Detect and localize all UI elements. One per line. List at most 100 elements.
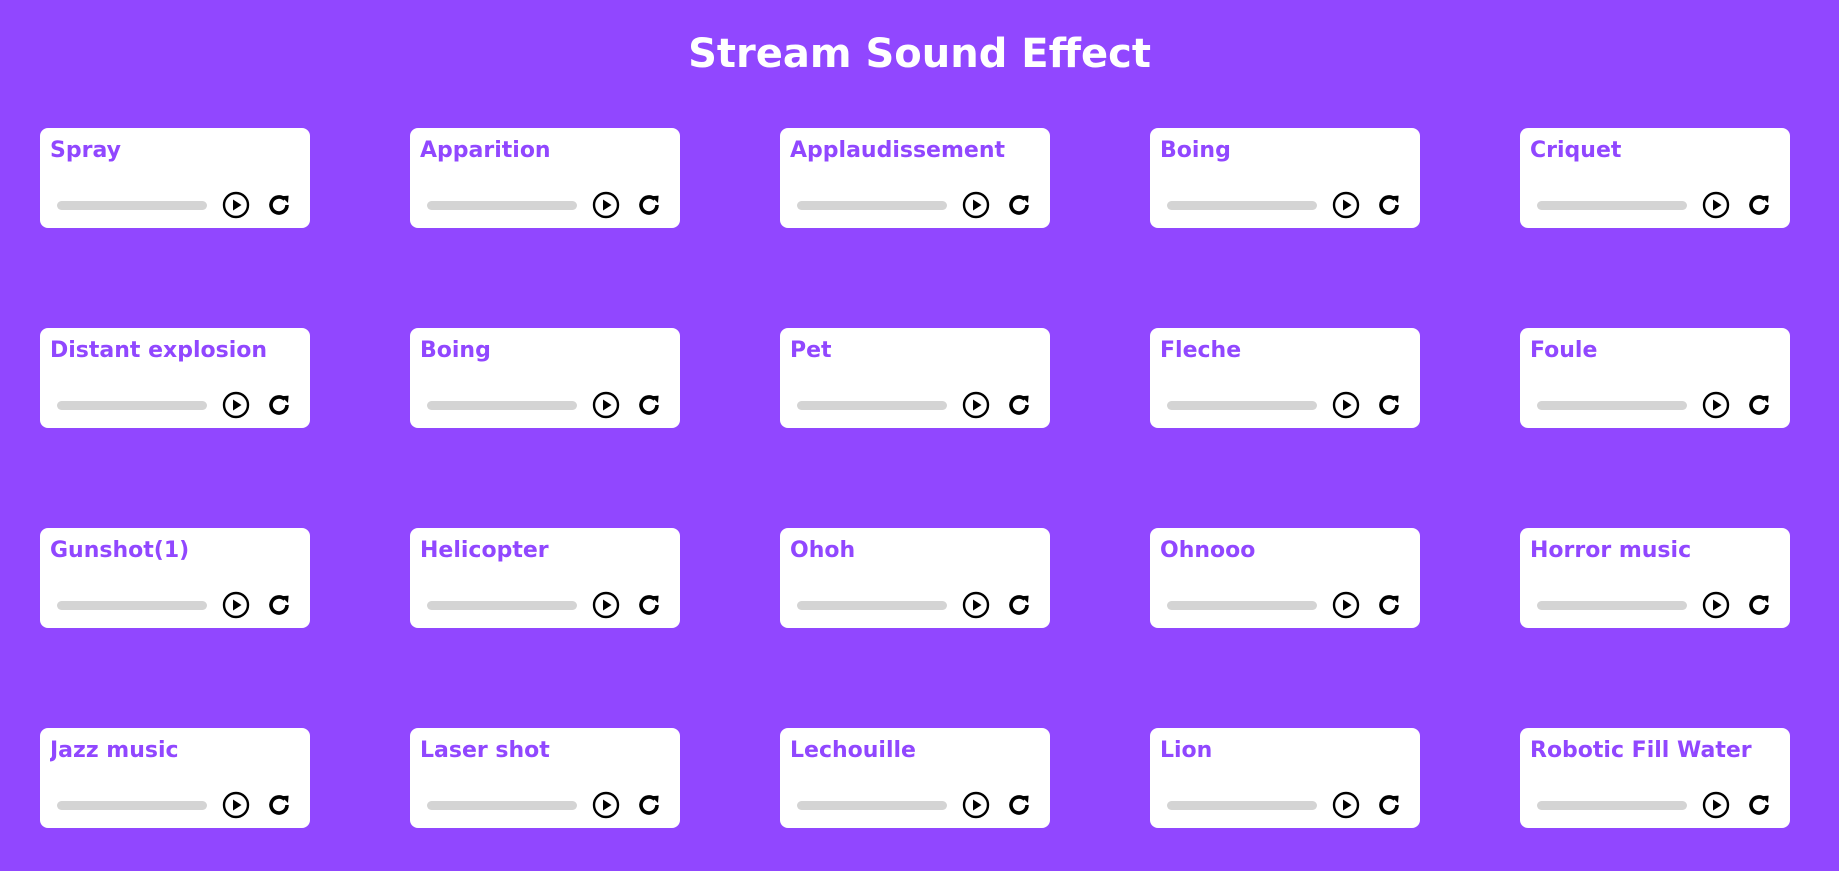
progress-bar[interactable]: [1167, 801, 1317, 810]
progress-bar[interactable]: [57, 601, 207, 610]
play-button[interactable]: [1700, 389, 1732, 421]
sound-name: Lechouille: [790, 738, 916, 763]
sound-name: Foule: [1530, 338, 1598, 363]
sound-card: Applaudissement: [780, 128, 1050, 228]
sound-card: Distant explosion: [40, 328, 310, 428]
play-circle-icon: [592, 191, 620, 219]
sound-name: Lion: [1160, 738, 1213, 763]
reload-button[interactable]: [633, 789, 665, 821]
sound-name: Gunshot(1): [50, 538, 190, 563]
sound-name: Pet: [790, 338, 832, 363]
reload-button[interactable]: [1743, 189, 1775, 221]
play-circle-icon: [592, 791, 620, 819]
play-button[interactable]: [1330, 589, 1362, 621]
play-button[interactable]: [590, 189, 622, 221]
sound-card: Lion: [1150, 728, 1420, 828]
play-button[interactable]: [220, 789, 252, 821]
sound-name: Fleche: [1160, 338, 1242, 363]
sound-card: Criquet: [1520, 128, 1790, 228]
play-button[interactable]: [220, 589, 252, 621]
play-button[interactable]: [960, 189, 992, 221]
reload-button[interactable]: [1743, 589, 1775, 621]
progress-bar[interactable]: [57, 401, 207, 410]
sound-card: Boing: [1150, 128, 1420, 228]
sound-name: Helicopter: [420, 538, 549, 563]
sound-name: Jazz music: [50, 738, 179, 763]
sound-name: Apparition: [420, 138, 551, 163]
reload-icon: [1749, 395, 1769, 415]
play-button[interactable]: [220, 189, 252, 221]
play-button[interactable]: [590, 789, 622, 821]
play-button[interactable]: [960, 789, 992, 821]
sound-card: Gunshot(1): [40, 528, 310, 628]
progress-bar[interactable]: [1167, 601, 1317, 610]
sound-card: Ohoh: [780, 528, 1050, 628]
reload-icon: [269, 395, 289, 415]
reload-button[interactable]: [633, 189, 665, 221]
reload-icon: [639, 595, 659, 615]
progress-bar[interactable]: [1167, 201, 1317, 210]
progress-bar[interactable]: [797, 801, 947, 810]
reload-button[interactable]: [263, 189, 295, 221]
reload-button[interactable]: [263, 389, 295, 421]
reload-icon: [1009, 195, 1029, 215]
progress-bar[interactable]: [1537, 401, 1687, 410]
reload-button[interactable]: [1003, 589, 1035, 621]
play-button[interactable]: [1700, 789, 1732, 821]
reload-icon: [269, 195, 289, 215]
reload-button[interactable]: [263, 789, 295, 821]
reload-button[interactable]: [1373, 189, 1405, 221]
progress-bar[interactable]: [427, 401, 577, 410]
play-button[interactable]: [960, 589, 992, 621]
play-button[interactable]: [1330, 389, 1362, 421]
play-button[interactable]: [1330, 789, 1362, 821]
play-circle-icon: [1332, 591, 1360, 619]
play-button[interactable]: [1330, 189, 1362, 221]
sound-card: Apparition: [410, 128, 680, 228]
play-button[interactable]: [590, 389, 622, 421]
progress-bar[interactable]: [797, 401, 947, 410]
reload-icon: [1379, 195, 1399, 215]
sound-card: Laser shot: [410, 728, 680, 828]
progress-bar[interactable]: [1537, 201, 1687, 210]
reload-icon: [269, 595, 289, 615]
progress-bar[interactable]: [1537, 601, 1687, 610]
reload-button[interactable]: [633, 389, 665, 421]
reload-button[interactable]: [633, 589, 665, 621]
progress-bar[interactable]: [797, 601, 947, 610]
progress-bar[interactable]: [427, 201, 577, 210]
progress-bar[interactable]: [1167, 401, 1317, 410]
reload-button[interactable]: [1373, 589, 1405, 621]
play-button[interactable]: [1700, 589, 1732, 621]
play-button[interactable]: [1700, 189, 1732, 221]
play-button[interactable]: [590, 589, 622, 621]
play-button[interactable]: [220, 389, 252, 421]
reload-icon: [1379, 395, 1399, 415]
progress-bar[interactable]: [1537, 801, 1687, 810]
sound-card: Horror music: [1520, 528, 1790, 628]
sound-name: Distant explosion: [50, 338, 268, 363]
play-circle-icon: [1702, 391, 1730, 419]
sound-card: Helicopter: [410, 528, 680, 628]
progress-bar[interactable]: [57, 801, 207, 810]
reload-icon: [1749, 195, 1769, 215]
progress-bar[interactable]: [427, 601, 577, 610]
sound-name: Laser shot: [420, 738, 550, 763]
sound-name: Boing: [420, 338, 491, 363]
progress-bar[interactable]: [427, 801, 577, 810]
sound-grid: Spray Apparition Applaudissement Boing C…: [40, 128, 1790, 828]
reload-button[interactable]: [263, 589, 295, 621]
reload-button[interactable]: [1003, 389, 1035, 421]
progress-bar[interactable]: [57, 201, 207, 210]
sound-name: Ohnooo: [1160, 538, 1256, 563]
reload-button[interactable]: [1003, 189, 1035, 221]
reload-button[interactable]: [1003, 789, 1035, 821]
progress-bar[interactable]: [797, 201, 947, 210]
reload-button[interactable]: [1373, 789, 1405, 821]
reload-button[interactable]: [1373, 389, 1405, 421]
reload-icon: [1379, 595, 1399, 615]
reload-icon: [639, 395, 659, 415]
reload-button[interactable]: [1743, 789, 1775, 821]
play-button[interactable]: [960, 389, 992, 421]
reload-button[interactable]: [1743, 389, 1775, 421]
